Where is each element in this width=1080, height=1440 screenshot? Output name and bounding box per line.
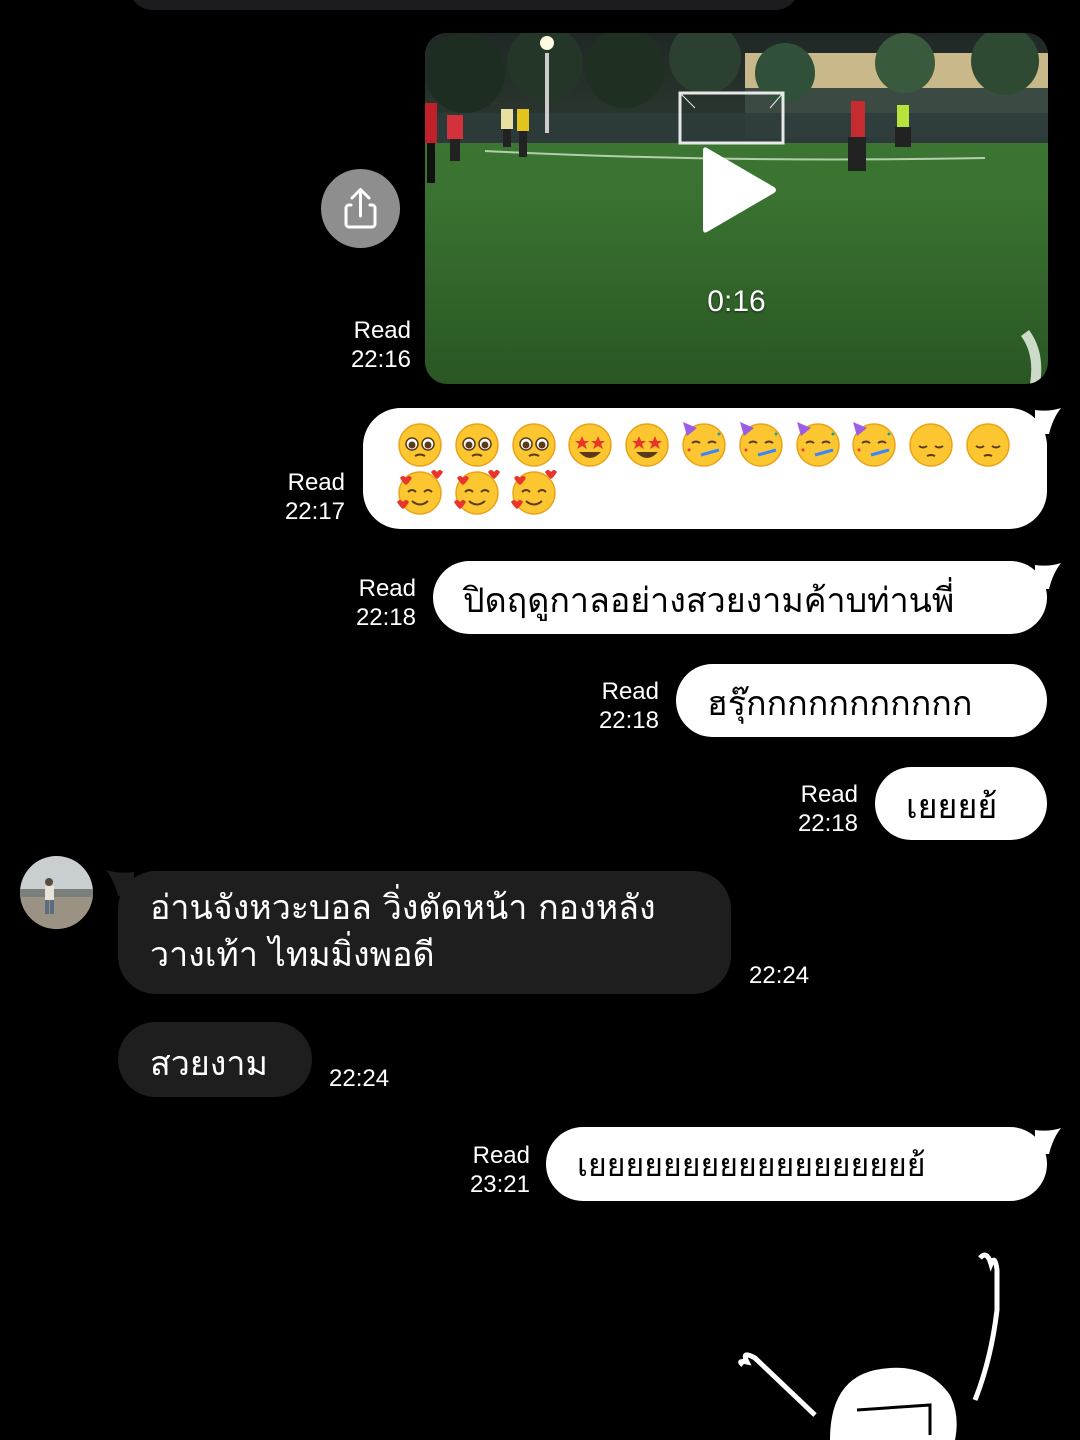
message-text: ปิดฤดูกาลอย่างสวยงามค้าบท่านพี่: [463, 581, 955, 621]
pleading-face-emoji: [511, 423, 556, 467]
pleading-face-emoji: [455, 423, 499, 467]
message-time: 22:18: [598, 707, 659, 734]
message-line-2: วางเท้า ไทมมิ่งพอดี: [150, 935, 435, 975]
avatar-photo: [20, 856, 93, 929]
outgoing-message-bubble[interactable]: เยยยยยยยยยยยยยยยยยย้: [546, 1127, 1047, 1201]
message-time: 22:18: [797, 810, 858, 837]
read-status: Read: [353, 317, 411, 344]
outgoing-message-bubble[interactable]: เยยยย้: [875, 767, 1047, 840]
message-text: เยยยยยยยยยยยยยยยยยย้: [577, 1146, 926, 1184]
star-struck-emoji: [625, 423, 669, 467]
share-button[interactable]: [321, 169, 400, 248]
previous-message-bubble: [128, 0, 800, 10]
message-text: ฮรุ๊กกกกกกกกกกก: [707, 684, 973, 724]
message-text: เยยยย้: [906, 787, 998, 827]
star-struck-emoji: [568, 423, 613, 467]
smiling-face-with-hearts-emoji: [397, 470, 443, 515]
smiling-face-with-hearts-emoji: [453, 470, 500, 515]
message-time: 22:17: [284, 498, 345, 525]
partying-face-emoji: [739, 422, 783, 467]
message-time: 22:24: [329, 1065, 390, 1092]
read-status: Read: [287, 469, 345, 496]
play-icon: [703, 147, 776, 233]
sticker-character: [738, 1252, 1000, 1440]
partying-face-emoji: [682, 422, 726, 467]
message-meta: Read 22:18: [776, 780, 858, 838]
read-status: Read: [800, 781, 858, 808]
outgoing-message-bubble[interactable]: ฮรุ๊กกกกกกกกกกก: [676, 664, 1047, 737]
message-meta: Read 23:21: [447, 1141, 530, 1199]
emoji-meta: Read 22:17: [262, 468, 345, 526]
message-time: 22:16: [350, 346, 411, 373]
message-time: 22:18: [355, 604, 416, 631]
message-meta: Read 22:18: [576, 677, 659, 735]
video-duration: 0:16: [707, 285, 766, 318]
message-line-1: อ่านจังหวะบอล วิ่งตัดหน้า กองหลัง: [150, 888, 656, 928]
partying-face-emoji: [852, 422, 897, 467]
outgoing-message-bubble[interactable]: ปิดฤดูกาลอย่างสวยงามค้าบท่านพี่: [433, 561, 1047, 634]
smiling-face-with-hearts-emoji: [510, 470, 557, 515]
contact-avatar[interactable]: [20, 856, 93, 929]
message-meta: Read 22:18: [336, 574, 416, 632]
video-meta: Read 22:16: [330, 316, 411, 374]
read-status: Read: [358, 575, 416, 602]
partying-face-emoji: [795, 422, 840, 467]
message-time: 22:24: [749, 962, 810, 989]
pensive-face-emoji: [909, 423, 953, 467]
emoji-message-bubble[interactable]: [363, 408, 1047, 529]
pleading-face-emoji: [398, 423, 442, 467]
play-button[interactable]: [690, 140, 790, 240]
incoming-message-bubble[interactable]: อ่านจังหวะบอล วิ่งตัดหน้า กองหลัง วางเท้…: [118, 871, 731, 994]
read-status: Read: [472, 1142, 530, 1169]
share-icon: [344, 188, 377, 229]
read-status: Read: [601, 678, 659, 705]
pensive-face-emoji: [966, 423, 1010, 467]
incoming-message-bubble[interactable]: สวยงาม: [118, 1022, 312, 1097]
message-text: สวยงาม: [150, 1044, 268, 1084]
message-time: 23:21: [469, 1171, 530, 1198]
